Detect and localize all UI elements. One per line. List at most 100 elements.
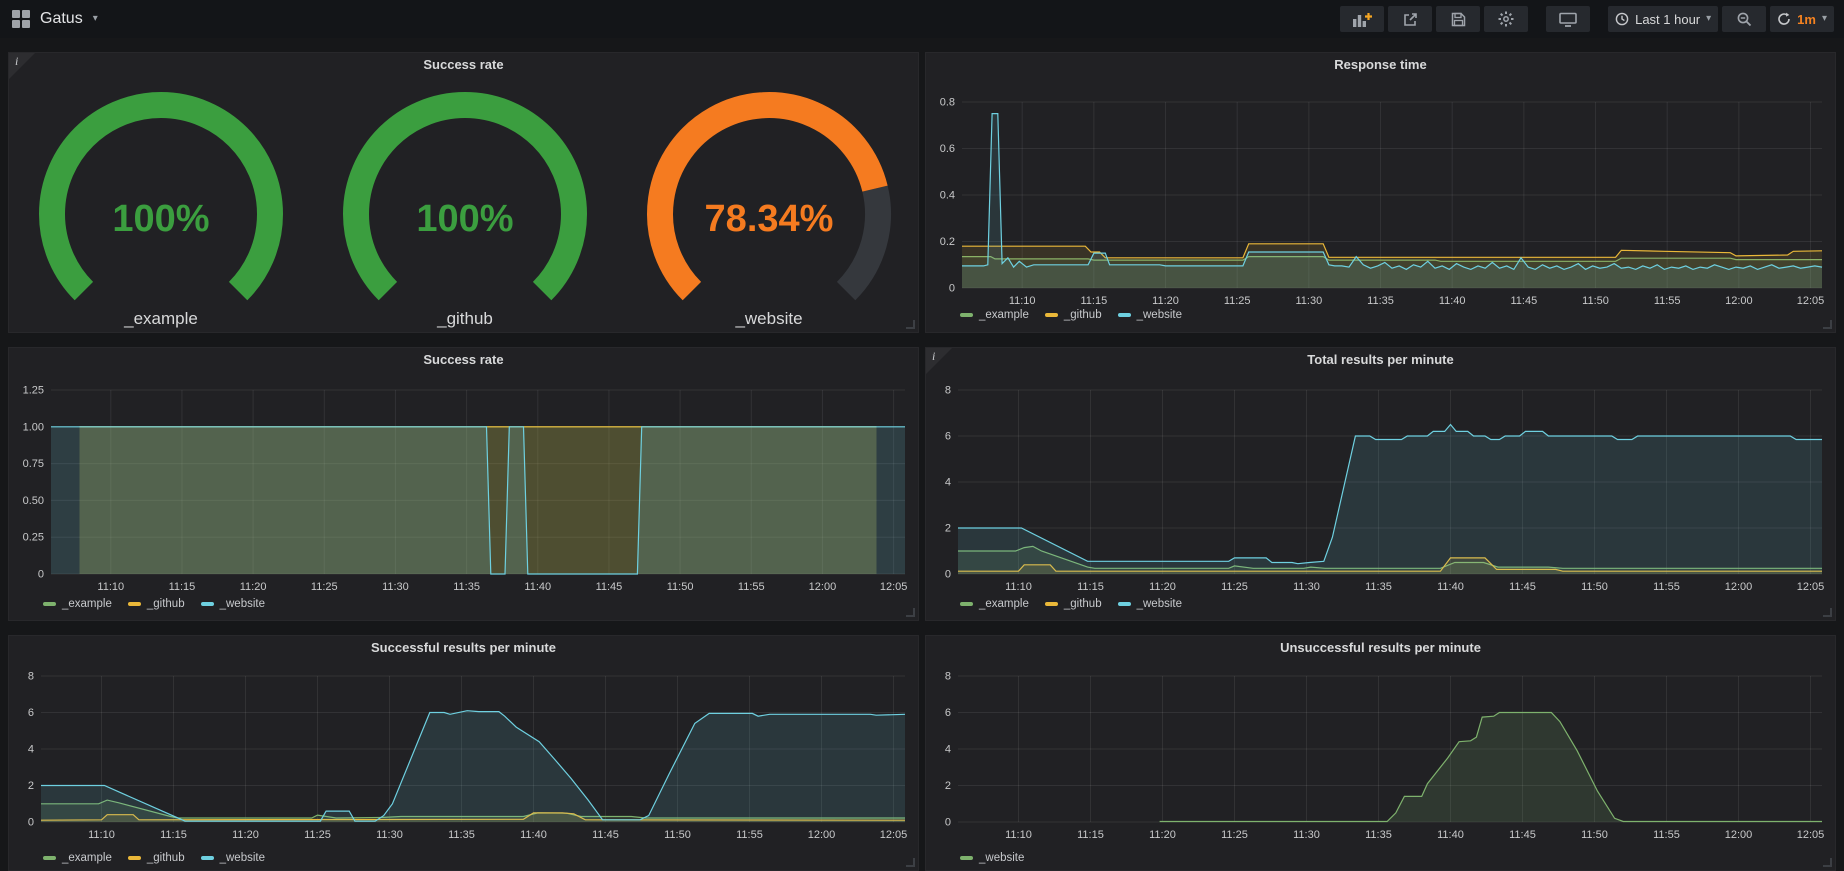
axis-labels: 11:1011:1511:2011:2511:3011:3511:4011:45… (945, 671, 1824, 842)
x-axis-tick: 11:20 (1152, 295, 1179, 307)
info-icon[interactable]: i (932, 349, 935, 364)
x-axis-tick: 11:25 (1221, 581, 1248, 593)
x-axis-tick: 11:55 (1653, 829, 1680, 841)
y-axis-tick: 0 (945, 817, 951, 829)
y-axis-tick: 2 (945, 523, 951, 535)
dashboard-title[interactable]: Gatus (40, 10, 83, 28)
x-axis-tick: 11:40 (524, 581, 551, 593)
legend-label: _github (1064, 309, 1102, 321)
zoom-out-button[interactable] (1722, 6, 1766, 32)
gear-icon (1498, 11, 1514, 27)
x-axis-tick: 12:05 (1797, 581, 1825, 593)
gauge-track (846, 189, 878, 292)
legend-label: _example (979, 598, 1029, 610)
legend-swatch (1045, 602, 1058, 606)
legend-item-_website[interactable]: _website (960, 852, 1024, 864)
legend-item-_github[interactable]: _github (128, 598, 185, 610)
panel-info-corner[interactable] (9, 53, 35, 79)
panel-title[interactable]: Unsuccessful results per minute (926, 640, 1835, 655)
legend-item-_example[interactable]: _example (43, 598, 112, 610)
legend-label: _github (1064, 598, 1102, 610)
legend-swatch (201, 602, 214, 606)
panel-resize-handle[interactable] (1823, 858, 1832, 867)
time-range-label: Last 1 hour (1635, 12, 1700, 27)
legend-item-_github[interactable]: _github (1045, 598, 1102, 610)
series-fill-_website (958, 425, 1822, 575)
time-range-button[interactable]: Last 1 hour ▾ (1608, 6, 1718, 32)
legend-swatch (1118, 602, 1131, 606)
series-line-_website (962, 114, 1822, 270)
grid-lines (958, 676, 1822, 822)
gauge-_website: 78.34%_website (660, 105, 878, 328)
panel-info-corner[interactable] (926, 348, 952, 374)
panel-success-rate-series: Success rate 11:1011:1511:2011:2511:3011… (8, 347, 919, 621)
info-icon[interactable]: i (15, 54, 18, 69)
dashboard-title-dropdown[interactable]: Gatus ▾ (0, 10, 98, 28)
x-axis-tick: 11:15 (1077, 829, 1104, 841)
x-axis-tick: 12:05 (880, 829, 908, 841)
x-axis-tick: 11:25 (304, 829, 331, 841)
x-axis-tick: 11:55 (1653, 581, 1680, 593)
legend-item-_github[interactable]: _github (1045, 309, 1102, 321)
save-button[interactable] (1436, 6, 1480, 32)
panel-resize-handle[interactable] (906, 608, 915, 617)
x-axis-tick: 12:05 (1797, 829, 1825, 841)
x-axis-tick: 12:00 (1725, 581, 1753, 593)
legend-item-_github[interactable]: _github (128, 852, 185, 864)
legend-item-_website[interactable]: _website (1118, 309, 1182, 321)
legend-label: _example (62, 852, 112, 864)
panel-title[interactable]: Success rate (9, 352, 918, 367)
x-axis-tick: 11:35 (448, 829, 475, 841)
x-axis-tick: 11:20 (1149, 581, 1176, 593)
panel-title[interactable]: Success rate (9, 57, 918, 72)
time-series-chart[interactable]: 11:1011:1511:2011:2511:3011:3511:4011:45… (9, 348, 920, 622)
panel-resize-handle[interactable] (906, 320, 915, 329)
x-axis-tick: 12:00 (809, 581, 837, 593)
panel-title[interactable]: Response time (926, 57, 1835, 72)
refresh-button[interactable]: 1m ▾ (1770, 6, 1834, 32)
legend-item-_website[interactable]: _website (201, 598, 265, 610)
time-series-chart[interactable]: 11:1011:1511:2011:2511:3011:3511:4011:45… (926, 53, 1837, 334)
add-panel-icon (1353, 12, 1372, 27)
y-axis-tick: 8 (945, 385, 951, 397)
gauge-label: _example (123, 309, 198, 328)
x-axis-tick: 11:35 (1365, 581, 1392, 593)
x-axis-tick: 11:55 (1654, 295, 1681, 307)
panel-resize-handle[interactable] (1823, 608, 1832, 617)
time-series-chart[interactable]: 11:1011:1511:2011:2511:3011:3511:4011:45… (926, 348, 1837, 622)
tv-mode-button[interactable] (1546, 6, 1590, 32)
y-axis-tick: 0.8 (940, 97, 955, 109)
x-axis-tick: 11:45 (1509, 581, 1536, 593)
panel-title[interactable]: Successful results per minute (9, 640, 918, 655)
time-series-chart[interactable]: 11:1011:1511:2011:2511:3011:3511:4011:45… (926, 636, 1837, 871)
legend-item-_example[interactable]: _example (960, 598, 1029, 610)
time-series-chart[interactable]: 11:1011:1511:2011:2511:3011:3511:4011:45… (9, 636, 920, 871)
panel-resize-handle[interactable] (906, 858, 915, 867)
legend-swatch (128, 856, 141, 860)
legend-item-_website[interactable]: _website (201, 852, 265, 864)
share-button[interactable] (1388, 6, 1432, 32)
x-axis-tick: 11:45 (1509, 829, 1536, 841)
y-axis-tick: 0.75 (23, 458, 44, 470)
chart-legend: _example _github _website (43, 852, 265, 864)
x-axis-tick: 11:50 (1581, 829, 1608, 841)
legend-item-_example[interactable]: _example (43, 852, 112, 864)
x-axis-tick: 12:00 (1725, 829, 1753, 841)
panel-unsuccessful-results: Unsuccessful results per minute 11:1011:… (925, 635, 1836, 871)
add-panel-button[interactable] (1340, 6, 1384, 32)
legend-swatch (201, 856, 214, 860)
y-axis-tick: 0.25 (23, 532, 44, 544)
panel-resize-handle[interactable] (1823, 320, 1832, 329)
clock-icon (1615, 12, 1629, 26)
settings-button[interactable] (1484, 6, 1528, 32)
save-icon (1451, 12, 1466, 27)
legend-item-_example[interactable]: _example (960, 309, 1029, 321)
gauge-value: 78.34% (705, 198, 834, 240)
legend-label: _github (147, 598, 185, 610)
legend-item-_website[interactable]: _website (1118, 598, 1182, 610)
x-axis-tick: 11:30 (1296, 295, 1323, 307)
x-axis-tick: 11:40 (1439, 295, 1466, 307)
gauge-_github: 100%_github (356, 105, 574, 328)
grafana-dashboard: Gatus ▾ (0, 0, 1844, 871)
panel-title[interactable]: Total results per minute (926, 352, 1835, 367)
